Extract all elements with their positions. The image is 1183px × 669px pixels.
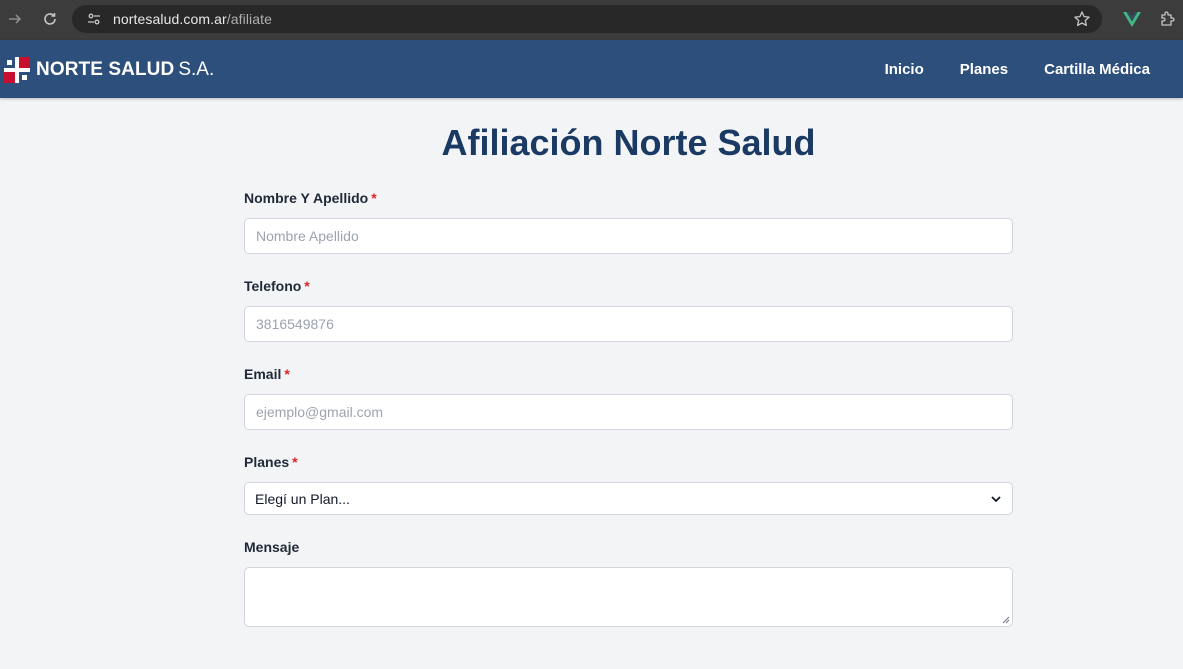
extensions-puzzle-icon[interactable]: [1154, 5, 1182, 33]
plan-select-value: Elegí un Plan...: [255, 490, 350, 507]
url-host: nortesalud.com.ar: [113, 11, 227, 27]
browser-toolbar: nortesalud.com.ar/afiliate: [0, 0, 1183, 40]
bookmark-star-icon[interactable]: [1068, 5, 1096, 33]
required-mark: *: [371, 190, 377, 206]
email-label: Email *: [244, 366, 290, 382]
phone-label-text: Telefono: [244, 278, 302, 294]
required-mark: *: [284, 366, 290, 382]
name-input[interactable]: [244, 218, 1013, 254]
main-nav: Inicio Planes Cartilla Médica: [885, 61, 1150, 78]
reload-icon[interactable]: [36, 5, 64, 33]
site-info-icon[interactable]: [80, 5, 108, 33]
site-header: NORTE SALUD S.A. Inicio Planes Cartilla …: [0, 40, 1183, 98]
message-label-text: Mensaje: [244, 539, 300, 555]
url-path: /afiliate: [226, 11, 273, 27]
nav-link-planes[interactable]: Planes: [960, 61, 1008, 78]
vue-devtools-icon[interactable]: [1118, 5, 1146, 33]
logo[interactable]: NORTE SALUD S.A.: [4, 57, 214, 83]
phone-input[interactable]: [244, 306, 1013, 342]
plan-label: Planes *: [244, 454, 298, 470]
message-label: Mensaje: [244, 539, 299, 555]
name-label-text: Nombre Y Apellido: [244, 190, 369, 206]
plan-label-text: Planes: [244, 454, 290, 470]
url-text: nortesalud.com.ar/afiliate: [113, 11, 272, 27]
page-title: Afiliación Norte Salud: [441, 122, 816, 163]
logo-name: NORTE SALUD: [36, 59, 175, 80]
address-bar[interactable]: nortesalud.com.ar/afiliate: [72, 5, 1102, 33]
email-label-text: Email: [244, 366, 282, 382]
message-textarea[interactable]: [244, 567, 1013, 627]
resize-grip-icon[interactable]: [1002, 616, 1010, 624]
chevron-down-icon: [991, 495, 1001, 502]
forward-arrow-icon[interactable]: [1, 5, 29, 33]
name-label: Nombre Y Apellido *: [244, 190, 377, 206]
logo-suffix: S.A.: [178, 59, 215, 80]
required-mark: *: [292, 454, 298, 470]
logo-mark-icon: [4, 57, 30, 83]
plan-select[interactable]: Elegí un Plan...: [244, 482, 1013, 515]
required-mark: *: [304, 278, 310, 294]
phone-label: Telefono *: [244, 278, 310, 294]
nav-link-inicio[interactable]: Inicio: [885, 61, 924, 78]
nav-link-cartilla-medica[interactable]: Cartilla Médica: [1044, 61, 1150, 78]
email-input[interactable]: [244, 394, 1013, 430]
